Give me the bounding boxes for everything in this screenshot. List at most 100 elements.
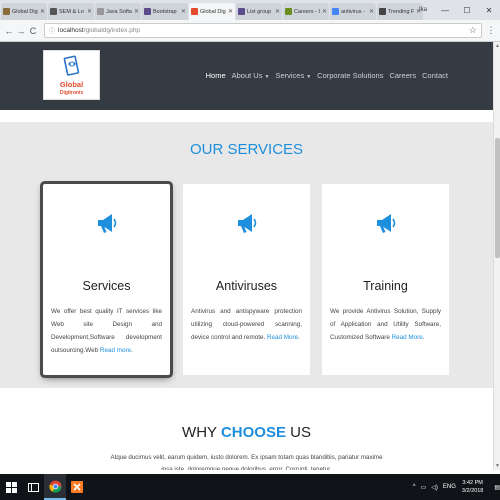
tab-close-icon[interactable]: ✕ <box>322 8 327 15</box>
volume-icon[interactable]: ◁) <box>431 484 438 491</box>
main-nav: Home About Us ▼ Services ▼ Corporate Solution… <box>200 71 448 80</box>
card-description-end: . <box>422 334 425 341</box>
tab-label: Bootstrap <box>153 8 177 15</box>
url-input[interactable]: ⓘ localhost/globaldg/index.php ☆ <box>44 23 482 38</box>
browser-tab[interactable]: Bootstrap ✕ <box>142 3 188 20</box>
clock-date: 3/2/2018 <box>461 488 484 494</box>
browser-tab[interactable]: SEM & Lo ✕ <box>48 3 94 20</box>
nav-item-about-us[interactable]: About Us ▼ <box>232 71 270 80</box>
services-section: OUR SERVICES Services We offer best qual… <box>0 122 493 388</box>
tab-favicon-icon <box>332 8 339 15</box>
tab-label: antivirus - <box>341 8 365 15</box>
read-more-link[interactable]: Read More <box>392 334 423 341</box>
megaphone-icon <box>98 214 117 233</box>
browser-tab[interactable]: Global Digi ✕ <box>1 3 47 20</box>
notifications-icon[interactable]: ▤ <box>494 484 500 491</box>
back-button[interactable]: ← <box>4 26 14 36</box>
close-window-button[interactable]: ✕ <box>478 6 500 15</box>
company-logo[interactable]: Global Digitronix <box>43 50 100 100</box>
tab-close-icon[interactable]: ✕ <box>275 8 280 15</box>
tab-favicon-icon <box>238 8 245 15</box>
forward-button[interactable]: → <box>16 26 26 36</box>
dropdown-caret-icon: ▼ <box>306 74 312 80</box>
url-host: localhost <box>58 27 84 34</box>
nav-item-label: About Us <box>231 71 263 80</box>
window-controls: Ika — ☐ ✕ <box>412 0 500 20</box>
card-description-end: . <box>298 334 300 341</box>
tab-close-icon[interactable]: ✕ <box>40 8 45 15</box>
browser-tab[interactable]: List group ✕ <box>236 3 282 20</box>
tray-expand-icon[interactable]: ^ <box>413 484 416 490</box>
minimize-button[interactable]: — <box>434 6 456 15</box>
site-header: Global Digitronix Home About Us ▼ Services ▼… <box>0 42 493 110</box>
service-card-antiviruses[interactable]: Antiviruses Antivirus and antispyware pr… <box>183 184 310 375</box>
tab-close-icon[interactable]: ✕ <box>181 8 186 15</box>
read-more-link[interactable]: Read more <box>100 347 131 354</box>
nav-item-label: Services <box>275 71 305 80</box>
card-description-end: . <box>131 347 133 354</box>
clock-time: 3:42 PM <box>462 480 483 486</box>
browser-tab[interactable]: Java Softw ✕ <box>95 3 141 20</box>
why-title-highlight: CHOOSE <box>220 424 286 441</box>
tab-favicon-icon <box>50 8 57 15</box>
nav-item-careers[interactable]: Careers <box>389 71 416 80</box>
language-indicator[interactable]: ENG <box>443 484 456 490</box>
bookmark-star-icon[interactable]: ☆ <box>469 25 477 36</box>
logo-text-line2: Digitronix <box>59 90 84 96</box>
browser-menu-icon[interactable]: ⋮ <box>486 25 496 36</box>
card-title: Services <box>82 279 131 293</box>
tab-label: Global Digi <box>200 8 226 15</box>
tab-close-icon[interactable]: ✕ <box>369 8 374 15</box>
card-description: We offer best quality IT services like W… <box>51 305 162 357</box>
browser-tab[interactable]: antivirus - ✕ <box>330 3 376 20</box>
taskbar-clock[interactable]: 3:42 PM 3/2/2018 <box>462 479 483 495</box>
profile-button[interactable]: Ika <box>412 7 434 13</box>
card-title: Antiviruses <box>215 279 278 293</box>
tab-label: Trending F <box>388 8 414 15</box>
system-tray: ^ ▭ ◁) ENG 3:42 PM 3/2/2018 ▤ <box>408 479 500 495</box>
tab-label: Java Softw <box>106 8 132 15</box>
tab-favicon-icon <box>3 8 10 15</box>
nav-item-contact[interactable]: Contact <box>422 71 448 80</box>
info-icon[interactable]: ⓘ <box>49 26 55 35</box>
windows-start-icon[interactable] <box>0 474 22 500</box>
nav-item-home[interactable]: Home <box>206 71 226 80</box>
read-more-link[interactable]: Read More <box>267 334 298 341</box>
tab-label: List group <box>247 8 272 15</box>
nav-item-label: Corporate Solutions <box>317 71 384 80</box>
xampp-taskbar-icon[interactable] <box>66 474 88 500</box>
maximize-button[interactable]: ☐ <box>456 6 478 15</box>
windows-taskbar: ^ ▭ ◁) ENG 3:42 PM 3/2/2018 ▤ <box>0 474 500 500</box>
tab-close-icon[interactable]: ✕ <box>87 8 92 15</box>
scrollbar-thumb[interactable] <box>495 138 500 258</box>
nav-item-services[interactable]: Services ▼ <box>275 71 311 80</box>
why-choose-us-text: Atque ducimus velit, earum quidem, iusto… <box>110 454 383 470</box>
chrome-taskbar-icon[interactable] <box>44 474 66 500</box>
service-card-services[interactable]: Services We offer best quality IT servic… <box>43 184 170 375</box>
page-scrollbar[interactable]: ▲ ▼ <box>493 42 500 470</box>
why-choose-us-heading: WHY CHOOSE US <box>0 424 493 441</box>
browser-tab[interactable]: Careers - G ✕ <box>283 3 329 20</box>
nav-item-label: Home <box>205 71 226 80</box>
reload-button[interactable]: C <box>28 26 38 36</box>
nav-item-label: Careers <box>389 71 417 80</box>
browser-tab-strip: Global Digi ✕ SEM & Lo ✕ Java Softw ✕ Bootstra… <box>0 0 500 20</box>
card-description: We provide Antivirus Solution, Supply of… <box>330 305 441 344</box>
scroll-up-arrow-icon[interactable]: ▲ <box>494 42 500 50</box>
tab-favicon-icon <box>285 8 292 15</box>
tab-close-icon[interactable]: ✕ <box>228 8 233 15</box>
network-icon[interactable]: ▭ <box>421 484 427 491</box>
tab-favicon-icon <box>97 8 104 15</box>
tab-close-icon[interactable]: ✕ <box>134 8 139 15</box>
tab-label: Global Digi <box>12 8 38 15</box>
section-title: OUR SERVICES <box>189 141 304 158</box>
scroll-down-arrow-icon[interactable]: ▼ <box>494 462 500 470</box>
url-path: /globaldg/index.php <box>83 27 141 34</box>
card-description: Antivirus and antispyware protection uti… <box>191 305 302 344</box>
nav-item-corporate-solutions[interactable]: Corporate Solutions <box>317 71 383 80</box>
service-card-training[interactable]: Training We provide Antivirus Solution, … <box>322 184 449 375</box>
why-title-part3: US <box>290 424 311 441</box>
task-view-icon[interactable] <box>22 474 44 500</box>
tab-favicon-icon <box>144 8 151 15</box>
browser-tab[interactable]: Global Digi ✕ <box>189 3 235 20</box>
